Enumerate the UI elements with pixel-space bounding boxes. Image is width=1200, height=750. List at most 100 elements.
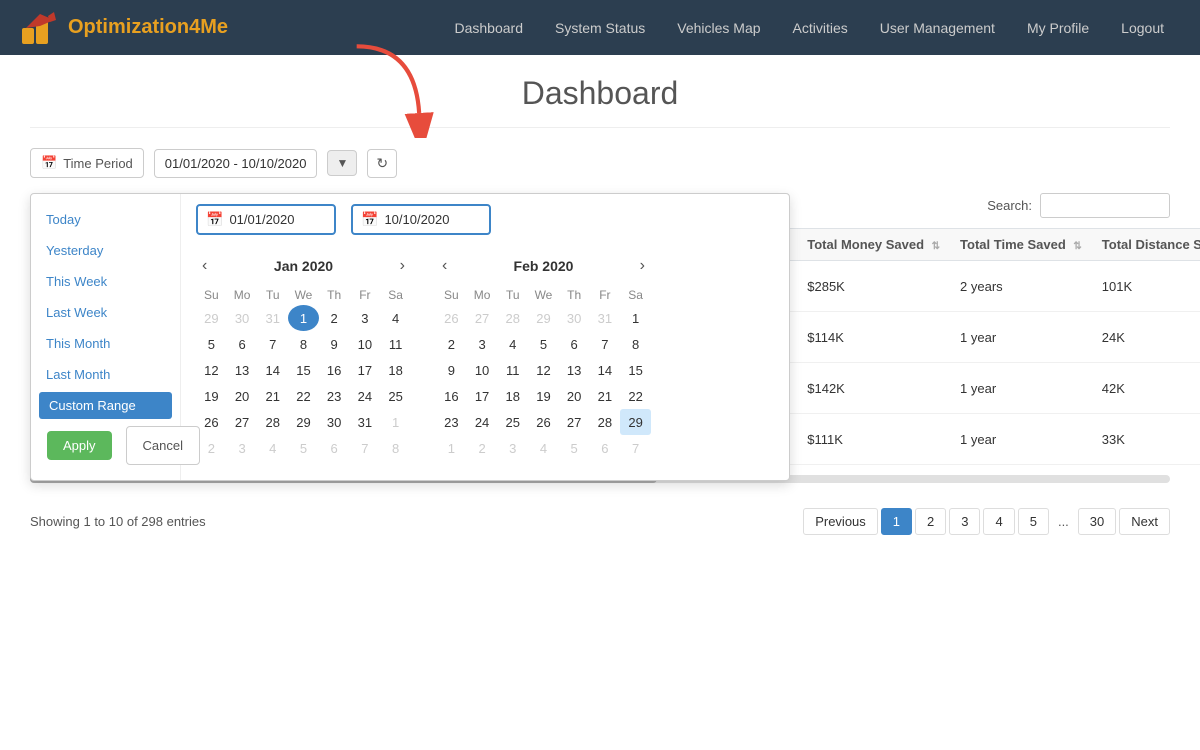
- cal1-day[interactable]: 20: [227, 383, 258, 409]
- cal1-day[interactable]: 4: [380, 305, 411, 331]
- cal2-day[interactable]: 24: [467, 409, 498, 435]
- nav-dashboard[interactable]: Dashboard: [438, 0, 539, 55]
- cal1-day[interactable]: 14: [257, 357, 288, 383]
- cal1-day[interactable]: 15: [288, 357, 319, 383]
- nav-system-status[interactable]: System Status: [539, 0, 661, 55]
- cal-prev-button[interactable]: ‹: [196, 255, 213, 277]
- cal2-day[interactable]: 16: [436, 383, 467, 409]
- cal2-day[interactable]: 31: [590, 305, 621, 331]
- cal2-day[interactable]: 28: [497, 305, 528, 331]
- prev-page-button[interactable]: Previous: [803, 508, 878, 535]
- cal-jan-next-button[interactable]: ›: [394, 255, 411, 277]
- col-money-saved[interactable]: Total Money Saved ⇅: [797, 229, 950, 261]
- cal1-day[interactable]: 4: [257, 435, 288, 461]
- cal2-day[interactable]: 15: [620, 357, 651, 383]
- apply-button[interactable]: Apply: [47, 431, 112, 460]
- cal1-day[interactable]: 21: [257, 383, 288, 409]
- search-input[interactable]: [1040, 193, 1170, 218]
- page-5-button[interactable]: 5: [1018, 508, 1049, 535]
- cal2-day[interactable]: 26: [436, 305, 467, 331]
- cal2-day[interactable]: 2: [436, 331, 467, 357]
- quick-custom-range[interactable]: Custom Range: [39, 392, 172, 419]
- cal1-day[interactable]: 29: [196, 305, 227, 331]
- cal1-day[interactable]: 6: [319, 435, 350, 461]
- cal1-day[interactable]: 13: [227, 357, 258, 383]
- cal1-day[interactable]: 8: [288, 331, 319, 357]
- col-dist-saved[interactable]: Total Distance Saved ⇅: [1092, 229, 1200, 261]
- cal1-day[interactable]: 23: [319, 383, 350, 409]
- cal1-day[interactable]: 22: [288, 383, 319, 409]
- cal1-day[interactable]: 3: [227, 435, 258, 461]
- cal2-day[interactable]: 17: [467, 383, 498, 409]
- cal2-day[interactable]: 3: [467, 331, 498, 357]
- cal1-day[interactable]: 10: [350, 331, 381, 357]
- refresh-button[interactable]: ↻: [367, 149, 397, 178]
- cal2-day[interactable]: 2: [467, 435, 498, 461]
- cal-feb-next-button[interactable]: ›: [634, 255, 651, 277]
- cal2-day[interactable]: 26: [528, 409, 559, 435]
- cal2-day[interactable]: 25: [497, 409, 528, 435]
- time-period-button[interactable]: 📅 Time Period: [30, 148, 144, 178]
- cal2-day[interactable]: 14: [590, 357, 621, 383]
- quick-yesterday[interactable]: Yesterday: [31, 235, 180, 266]
- cal1-day[interactable]: 18: [380, 357, 411, 383]
- cal2-day[interactable]: 7: [620, 435, 651, 461]
- cal2-day[interactable]: 19: [528, 383, 559, 409]
- cal2-day[interactable]: 8: [620, 331, 651, 357]
- cal2-day[interactable]: 4: [497, 331, 528, 357]
- start-date-input[interactable]: 📅 01/01/2020: [196, 204, 336, 235]
- cal1-day[interactable]: 12: [196, 357, 227, 383]
- cal2-day[interactable]: 6: [590, 435, 621, 461]
- cal2-day[interactable]: 4: [528, 435, 559, 461]
- nav-activities[interactable]: Activities: [777, 0, 864, 55]
- cal2-day[interactable]: 23: [436, 409, 467, 435]
- page-last-button[interactable]: 30: [1078, 508, 1116, 535]
- cal1-day[interactable]: 17: [350, 357, 381, 383]
- next-page-button[interactable]: Next: [1119, 508, 1170, 535]
- cal1-day[interactable]: 31: [350, 409, 381, 435]
- cal1-day[interactable]: 2: [196, 435, 227, 461]
- cal1-day[interactable]: 6: [227, 331, 258, 357]
- cal2-day[interactable]: 27: [467, 305, 498, 331]
- cal1-day[interactable]: 27: [227, 409, 258, 435]
- cal1-day[interactable]: 7: [350, 435, 381, 461]
- dropdown-toggle-button[interactable]: ▼: [327, 150, 357, 176]
- cal1-day[interactable]: 26: [196, 409, 227, 435]
- quick-this-month[interactable]: This Month: [31, 328, 180, 359]
- cal2-day[interactable]: 9: [436, 357, 467, 383]
- col-time-saved[interactable]: Total Time Saved ⇅: [950, 229, 1092, 261]
- nav-vehicles-map[interactable]: Vehicles Map: [661, 0, 776, 55]
- cal2-day[interactable]: 3: [497, 435, 528, 461]
- cal-feb-prev-button[interactable]: ‹: [436, 255, 453, 277]
- nav-user-management[interactable]: User Management: [864, 0, 1011, 55]
- cal2-day[interactable]: 21: [590, 383, 621, 409]
- cal2-day[interactable]: 27: [559, 409, 590, 435]
- cal2-day[interactable]: 13: [559, 357, 590, 383]
- cal1-day[interactable]: 1: [288, 305, 319, 331]
- page-2-button[interactable]: 2: [915, 508, 946, 535]
- cal1-day[interactable]: 8: [380, 435, 411, 461]
- cal2-day[interactable]: 1: [436, 435, 467, 461]
- cal2-day[interactable]: 1: [620, 305, 651, 331]
- cal1-day[interactable]: 2: [319, 305, 350, 331]
- cal2-day[interactable]: 28: [590, 409, 621, 435]
- nav-my-profile[interactable]: My Profile: [1011, 0, 1105, 55]
- page-1-button[interactable]: 1: [881, 508, 912, 535]
- cal2-day[interactable]: 20: [559, 383, 590, 409]
- cal1-day[interactable]: 31: [257, 305, 288, 331]
- cal1-day[interactable]: 3: [350, 305, 381, 331]
- cal1-day[interactable]: 24: [350, 383, 381, 409]
- cal2-day[interactable]: 11: [497, 357, 528, 383]
- cal1-day[interactable]: 28: [257, 409, 288, 435]
- cal1-day[interactable]: 9: [319, 331, 350, 357]
- cal1-day[interactable]: 5: [196, 331, 227, 357]
- quick-today[interactable]: Today: [31, 204, 180, 235]
- cal1-day[interactable]: 29: [288, 409, 319, 435]
- cal1-day[interactable]: 1: [380, 409, 411, 435]
- cal2-day[interactable]: 10: [467, 357, 498, 383]
- cal1-day[interactable]: 16: [319, 357, 350, 383]
- cal2-day[interactable]: 12: [528, 357, 559, 383]
- cal2-day[interactable]: 6: [559, 331, 590, 357]
- cal1-day[interactable]: 7: [257, 331, 288, 357]
- cal1-day[interactable]: 11: [380, 331, 411, 357]
